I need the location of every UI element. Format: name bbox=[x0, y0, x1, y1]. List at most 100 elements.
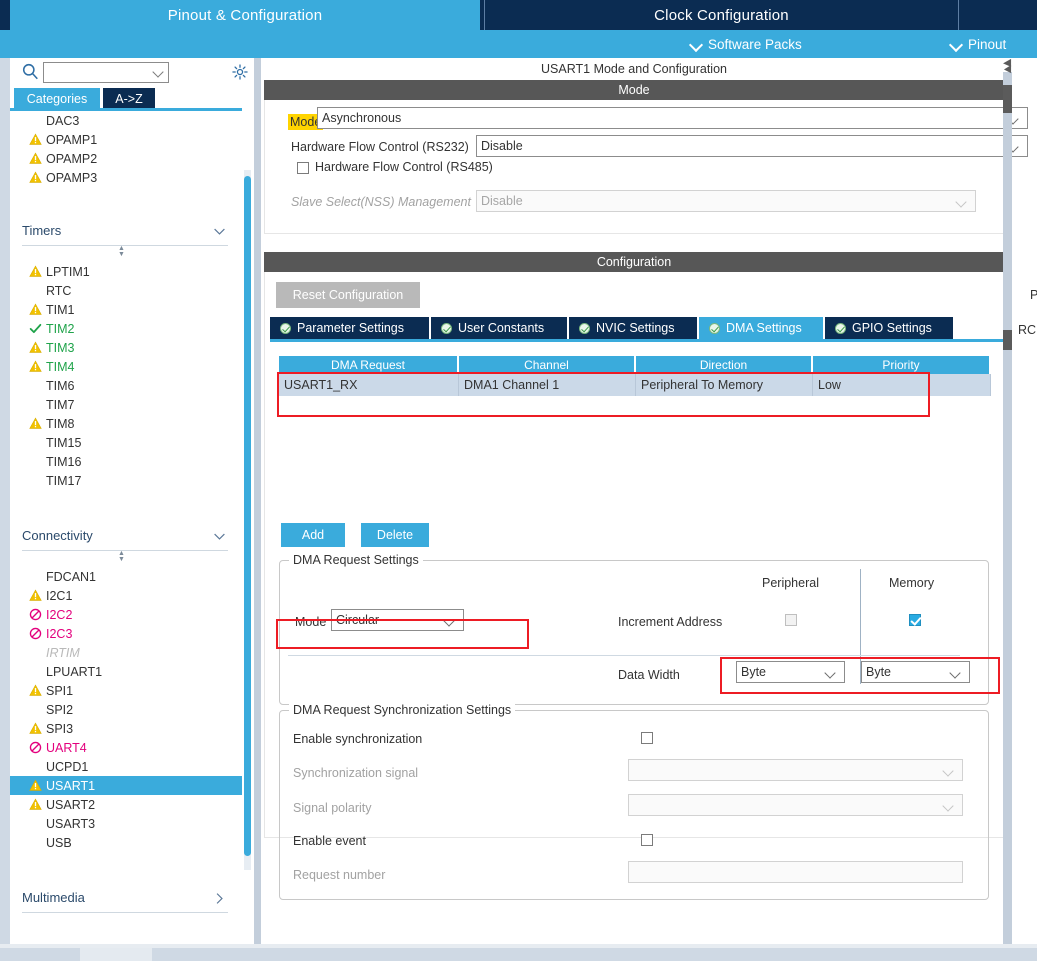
sidebar-item-fdcan1[interactable]: FDCAN1 bbox=[10, 567, 242, 586]
sidebar-item-lptim1[interactable]: LPTIM1 bbox=[10, 262, 242, 281]
sidebar-item-tim3[interactable]: TIM3 bbox=[10, 338, 242, 357]
config-tab-dma-settings[interactable]: DMA Settings bbox=[699, 317, 823, 339]
dma-column-header[interactable]: Direction bbox=[636, 356, 813, 374]
data-width-peripheral-select[interactable]: Byte bbox=[736, 661, 845, 683]
warning-icon bbox=[29, 589, 42, 601]
sidebar-item-lpuart1[interactable]: LPUART1 bbox=[10, 662, 242, 681]
config-tab-parameter-settings[interactable]: Parameter Settings bbox=[270, 317, 429, 339]
data-width-memory-select[interactable]: Byte bbox=[861, 661, 970, 683]
chevron-down-icon[interactable] bbox=[213, 530, 226, 543]
top-tab-bar: Pinout & Configuration Clock Configurati… bbox=[0, 0, 1037, 30]
sidebar-tab-az[interactable]: A->Z bbox=[103, 88, 155, 110]
group-divider bbox=[22, 912, 228, 913]
add-button[interactable]: Add bbox=[281, 523, 345, 547]
chevron-down-icon[interactable] bbox=[213, 225, 226, 238]
cut-off-text-line2: RC bbox=[1018, 323, 1037, 337]
sidebar-item-opamp3[interactable]: OPAMP3 bbox=[10, 168, 242, 187]
reset-configuration-button[interactable]: Reset Configuration bbox=[276, 282, 420, 308]
sidebar-item-usart2[interactable]: USART2 bbox=[10, 795, 242, 814]
sidebar-item-opamp1[interactable]: OPAMP1 bbox=[10, 130, 242, 149]
sidebar-item-tim4[interactable]: TIM4 bbox=[10, 357, 242, 376]
search-input[interactable] bbox=[44, 64, 144, 81]
table-row[interactable]: USART1_RX DMA1 Channel 1 Peripheral To Mem… bbox=[279, 374, 991, 396]
pinout-label: Pinout bbox=[968, 36, 1007, 52]
gear-icon[interactable] bbox=[231, 63, 249, 81]
warning-icon bbox=[29, 722, 42, 734]
dma-request-settings-legend: DMA Request Settings bbox=[289, 553, 423, 567]
sidebar-group-multimedia[interactable]: Multimedia bbox=[10, 882, 242, 912]
sidebar-item-label: I2C1 bbox=[46, 588, 73, 603]
warning-icon bbox=[29, 303, 42, 315]
increment-address-peripheral-checkbox[interactable] bbox=[785, 614, 797, 626]
sidebar-tab-categories[interactable]: Categories bbox=[14, 88, 100, 110]
sidebar-group-connectivity[interactable]: Connectivity bbox=[10, 520, 242, 550]
sidebar-item-ucpd1[interactable]: UCPD1 bbox=[10, 757, 242, 776]
dma-column-header[interactable]: Channel bbox=[459, 356, 636, 374]
sidebar-item-tim17[interactable]: TIM17 bbox=[10, 471, 242, 490]
main-scrollbar-thumb-lower[interactable] bbox=[1003, 330, 1012, 350]
pinout-menu[interactable]: Pinout bbox=[950, 30, 1006, 58]
config-tab-nvic-settings[interactable]: NVIC Settings bbox=[569, 317, 697, 339]
sidebar-item-i2c2[interactable]: I2C2 bbox=[10, 605, 242, 624]
sidebar-item-irtim[interactable]: IRTIM bbox=[10, 643, 242, 662]
enable-synchronization-checkbox[interactable] bbox=[641, 732, 653, 744]
sidebar-item-opamp2[interactable]: OPAMP2 bbox=[10, 149, 242, 168]
tab-pinout-configuration[interactable]: Pinout & Configuration bbox=[10, 0, 480, 30]
dma-mode-select[interactable]: Circular bbox=[331, 609, 464, 631]
delete-button[interactable]: Delete bbox=[361, 523, 429, 547]
sidebar-item-uart4[interactable]: UART4 bbox=[10, 738, 242, 757]
chevron-right-icon[interactable] bbox=[213, 892, 226, 905]
sidebar-tab-bar: Categories A->Z bbox=[10, 88, 252, 110]
tab-clock-configuration[interactable]: Clock Configuration bbox=[484, 0, 959, 30]
config-tab-gpio-settings[interactable]: GPIO Settings bbox=[825, 317, 953, 339]
config-tab-label: GPIO Settings bbox=[852, 321, 932, 335]
dma-column-header[interactable]: Priority bbox=[813, 356, 991, 374]
mode-select[interactable]: Asynchronous bbox=[317, 107, 1028, 129]
check-circle-icon bbox=[441, 322, 452, 334]
sidebar-item-tim2[interactable]: TIM2 bbox=[10, 319, 242, 338]
software-packs-menu[interactable]: Software Packs bbox=[690, 30, 802, 58]
main-scrollbar-thumb-upper[interactable] bbox=[1003, 85, 1012, 113]
sidebar-item-i2c1[interactable]: I2C1 bbox=[10, 586, 242, 605]
config-tab-user-constants[interactable]: User Constants bbox=[431, 317, 567, 339]
hw-flow-rs485-checkbox[interactable] bbox=[297, 162, 309, 174]
dma-column-header[interactable]: DMA Request bbox=[279, 356, 459, 374]
hw-flow-rs232-select[interactable]: Disable bbox=[476, 135, 1028, 157]
sidebar-item-tim15[interactable]: TIM15 bbox=[10, 433, 242, 452]
peripheral-tree[interactable]: DAC3 OPAMP1 OPAMP2 OPAMP3 Timers LPTIM1 RTC TIM… bbox=[10, 111, 242, 921]
sidebar-item-usart1[interactable]: USART1 bbox=[10, 776, 242, 795]
sidebar-item-tim1[interactable]: TIM1 bbox=[10, 300, 242, 319]
sidebar-item-tim16[interactable]: TIM16 bbox=[10, 452, 242, 471]
sidebar-item-rtc[interactable]: RTC bbox=[10, 281, 242, 300]
sidebar-item-i2c3[interactable]: I2C3 bbox=[10, 624, 242, 643]
chevron-down-icon bbox=[943, 767, 954, 775]
scroll-up-icon[interactable] bbox=[1002, 58, 1013, 74]
forbidden-icon bbox=[29, 608, 42, 621]
sidebar-item-spi2[interactable]: SPI2 bbox=[10, 700, 242, 719]
dma-table-body[interactable]: USART1_RX DMA1 Channel 1 Peripheral To Mem… bbox=[279, 374, 991, 396]
enable-event-checkbox[interactable] bbox=[641, 834, 653, 846]
nss-management-label: Slave Select(NSS) Management bbox=[291, 195, 471, 209]
sidebar-item-spi3[interactable]: SPI3 bbox=[10, 719, 242, 738]
tree-scrollbar-thumb[interactable] bbox=[244, 176, 251, 856]
increment-address-memory-checkbox[interactable] bbox=[909, 614, 921, 626]
sidebar-item-dac3[interactable]: DAC3 bbox=[10, 111, 242, 130]
tree-spinner[interactable] bbox=[10, 245, 242, 262]
main-scrollbar-track[interactable] bbox=[1003, 72, 1012, 944]
chevron-down-icon bbox=[950, 38, 962, 50]
tab-extra[interactable] bbox=[960, 0, 1037, 30]
sidebar-item-usb[interactable]: USB bbox=[10, 833, 242, 852]
request-number-label: Request number bbox=[293, 868, 386, 882]
mode-section-body: Mode Asynchronous Hardware Flow Control … bbox=[264, 100, 1028, 234]
search-combo[interactable] bbox=[43, 62, 169, 83]
panel-divider[interactable] bbox=[254, 58, 261, 961]
tree-spinner[interactable] bbox=[10, 550, 242, 567]
sidebar-item-tim6[interactable]: TIM6 bbox=[10, 376, 242, 395]
sidebar-item-tim8[interactable]: TIM8 bbox=[10, 414, 242, 433]
bottom-bar-inner bbox=[0, 948, 1037, 961]
sidebar-item-tim7[interactable]: TIM7 bbox=[10, 395, 242, 414]
sidebar-group-timers[interactable]: Timers bbox=[10, 215, 242, 245]
sidebar-item-spi1[interactable]: SPI1 bbox=[10, 681, 242, 700]
config-tab-label: DMA Settings bbox=[726, 321, 802, 335]
sidebar-item-usart3[interactable]: USART3 bbox=[10, 814, 242, 833]
